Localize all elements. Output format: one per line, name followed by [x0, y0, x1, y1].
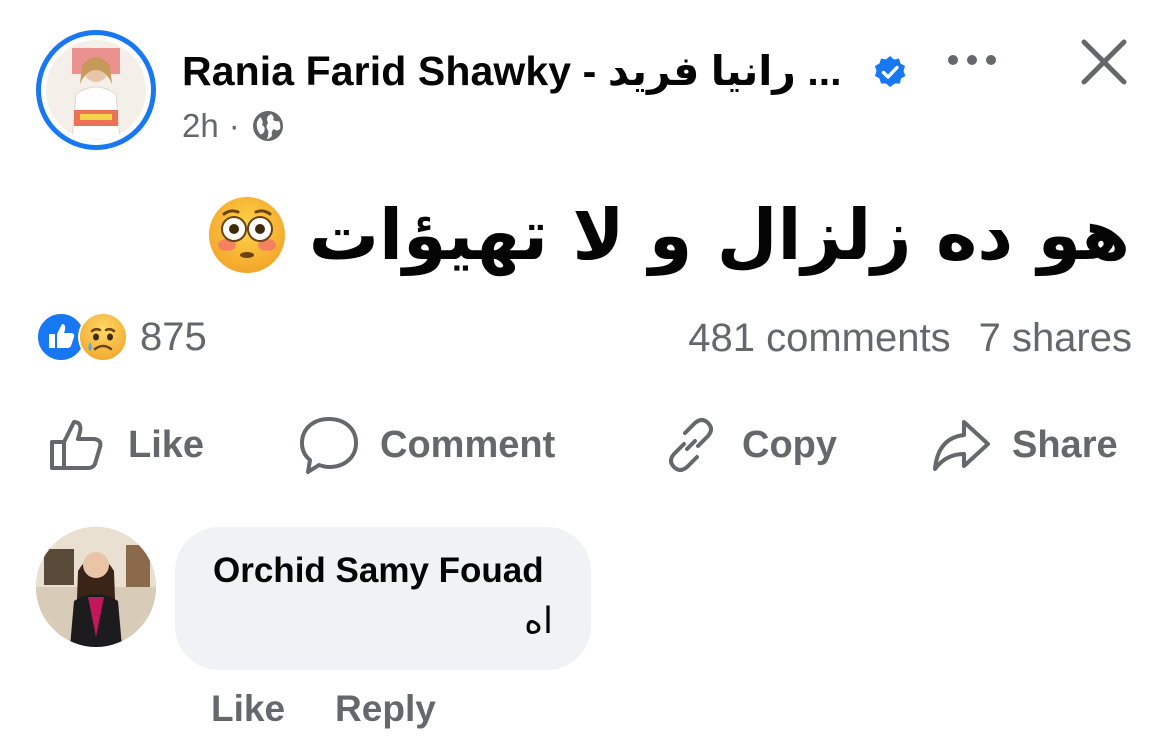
shares-count[interactable]: 7 shares [979, 313, 1132, 363]
copy-button-label: Copy [742, 423, 837, 466]
reaction-count[interactable]: 875 [140, 312, 207, 362]
share-arrow-icon [933, 420, 990, 471]
author-avatar[interactable] [36, 30, 156, 150]
meta-separator: · [228, 107, 240, 144]
like-button[interactable]: Like [46, 410, 204, 480]
reaction-summary[interactable]: 875 [36, 312, 207, 362]
comment-author[interactable]: Orchid Samy Fouad [213, 549, 553, 593]
comment-actions: Like Reply [211, 684, 436, 734]
copy-button[interactable]: Copy [660, 410, 837, 480]
share-button-label: Share [1012, 423, 1118, 466]
flushed-emoji-icon [208, 197, 285, 273]
comment-like-button[interactable]: Like [211, 684, 285, 734]
comment-reply-button[interactable]: Reply [335, 684, 436, 734]
share-button[interactable]: Share [930, 410, 1118, 480]
comment-text: اه [524, 601, 553, 642]
post-text-content: هو ده زلزال و لا تهيؤات [308, 194, 1130, 276]
comment-button[interactable]: Comment [298, 410, 555, 480]
post-time[interactable]: 2h [182, 106, 219, 146]
sad-reaction-icon [78, 312, 128, 362]
commenter-avatar[interactable] [36, 527, 156, 647]
globe-icon [252, 111, 283, 141]
thumbs-up-icon [50, 420, 103, 470]
comments-count[interactable]: 481 comments [688, 313, 950, 363]
comment-bubble: Orchid Samy Fouad اه [175, 527, 591, 670]
post-stats: 481 comments 7 shares [688, 313, 1132, 363]
link-icon [669, 418, 713, 472]
like-button-label: Like [128, 423, 205, 466]
comment-button-label: Comment [380, 423, 556, 466]
comment-bubble-icon [300, 417, 358, 474]
more-icon[interactable] [945, 48, 999, 72]
post-meta: 2h · [182, 106, 286, 146]
post-action-bar: Like Comment Copy Share [0, 410, 1170, 480]
close-icon[interactable] [1078, 36, 1130, 88]
verified-badge-icon [875, 56, 906, 87]
post-author-name[interactable]: Rania Farid Shawky - رانيا فريد ... [182, 44, 842, 98]
post-text: هو ده زلزال و لا تهيؤات [207, 190, 1130, 280]
